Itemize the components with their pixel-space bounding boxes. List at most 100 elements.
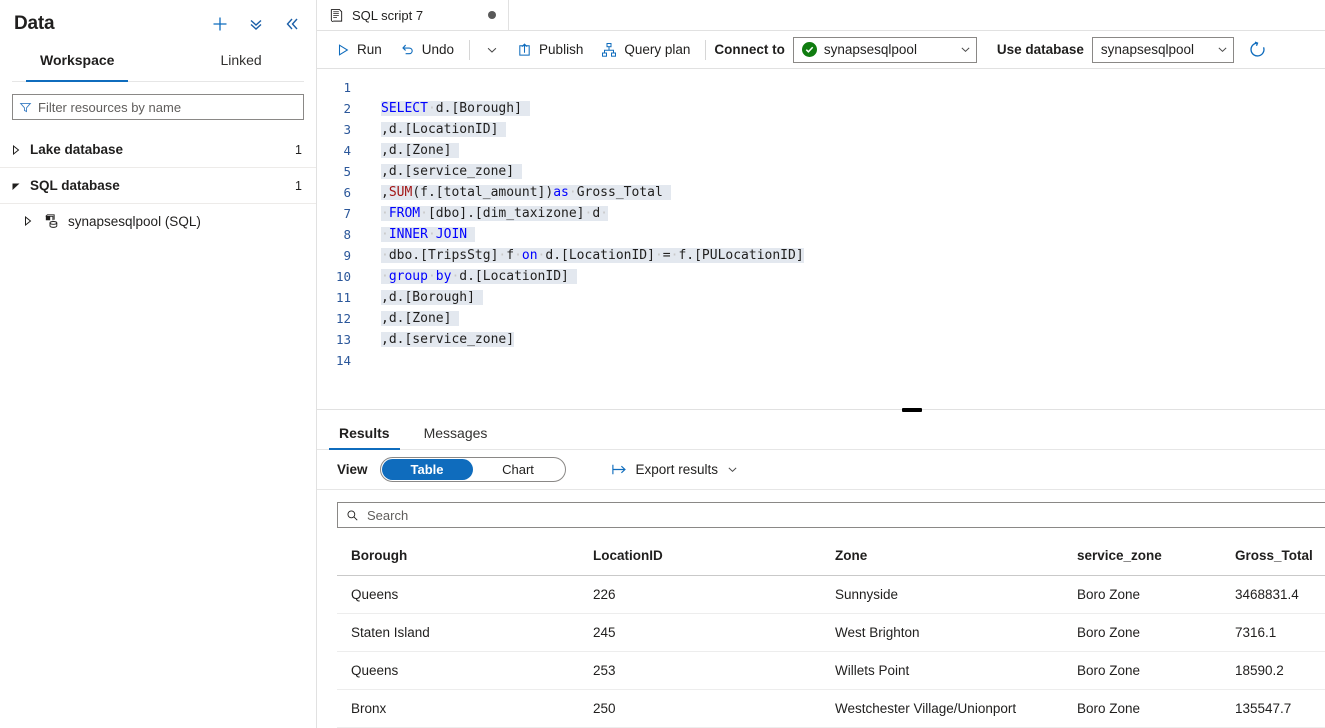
line-number: 11 <box>335 290 351 305</box>
code-line: 2 SELECT·d.[Borough] <box>317 98 1325 119</box>
table-cell: Queens <box>337 651 579 690</box>
line-number: 8 <box>343 227 351 242</box>
more-commands-button[interactable] <box>476 36 508 64</box>
table-cell: 245 <box>579 613 821 652</box>
table-row[interactable]: Bronx 250 Westchester Village/Unionport Bor… <box>337 689 1325 728</box>
publish-label: Publish <box>539 42 584 57</box>
table-row[interactable]: Staten Island 245 West Brighton Boro Zone 73… <box>337 613 1325 652</box>
table-cell: 135547.7 <box>1221 689 1325 728</box>
tab-workspace[interactable]: Workspace <box>26 48 129 82</box>
code-line-text: ,d.[Borough] <box>361 290 483 305</box>
code-line: 4 ,d.[Zone] <box>317 140 1325 161</box>
export-results-button[interactable]: Export results <box>611 462 740 477</box>
column-header-zone[interactable]: Zone <box>821 538 1063 576</box>
column-header-borough[interactable]: Borough <box>337 538 579 576</box>
undo-label: Undo <box>421 42 455 57</box>
table-cell: Bronx <box>337 689 579 728</box>
chevron-down-icon <box>959 43 972 56</box>
script-editor-panel: SQL script 7 Run Undo Publish Query plan… <box>317 0 1325 728</box>
tab-messages[interactable]: Messages <box>414 425 498 449</box>
use-database-dropdown[interactable]: synapsesqlpool <box>1091 36 1234 63</box>
sql-code-editor[interactable]: 1 2 SELECT·d.[Borough] 3 ,d.[LocationID] 4,… <box>317 69 1325 409</box>
code-line-text: ·INNER·JOIN <box>361 227 475 242</box>
line-number: 3 <box>343 122 351 137</box>
chevron-down-filled-icon[interactable] <box>8 178 24 194</box>
table-cell: Boro Zone <box>1063 651 1221 690</box>
line-number: 10 <box>335 269 351 284</box>
connect-to-value: synapsesqlpool <box>823 42 917 57</box>
line-number: 4 <box>343 143 351 158</box>
column-header-locationid[interactable]: LocationID <box>579 538 821 576</box>
tree-item-synapsesqlpool[interactable]: synapsesqlpool (SQL) <box>0 204 316 238</box>
column-header-service-zone[interactable]: service_zone <box>1063 538 1221 576</box>
code-line-text: ,d.[Zone] <box>361 143 460 158</box>
tree-item-sql-database[interactable]: SQL database 1 <box>0 168 316 204</box>
query-plan-button[interactable]: Query plan <box>592 36 699 64</box>
data-panel-actions <box>210 14 302 34</box>
view-option-table[interactable]: Table <box>381 459 473 480</box>
chevron-right-icon[interactable] <box>20 213 36 229</box>
data-panel-header: Data <box>0 0 316 42</box>
tab-linked[interactable]: Linked <box>206 48 275 81</box>
line-number: 9 <box>343 248 351 263</box>
table-cell: 18590.2 <box>1221 651 1325 690</box>
code-line-text: ,SUM(f.[total_amount])as·Gross_Total <box>361 185 671 200</box>
code-line-text: ,d.[service_zone] <box>381 332 515 347</box>
double-chevron-left-icon[interactable] <box>282 14 302 34</box>
table-cell: Boro Zone <box>1063 613 1221 652</box>
filter-icon <box>19 101 32 114</box>
editor-results-splitter[interactable] <box>317 408 1325 416</box>
unsaved-changes-indicator <box>488 11 496 19</box>
sql-script-icon <box>329 8 344 23</box>
tree-item-count: 1 <box>295 142 302 157</box>
tree-item-lake-database[interactable]: Lake database 1 <box>0 132 316 168</box>
results-search-box[interactable] <box>337 502 1325 528</box>
table-cell: 3468831.4 <box>1221 575 1325 614</box>
table-row[interactable]: Queens 253 Willets Point Boro Zone 18590.2 <box>337 651 1325 690</box>
connect-to-dropdown[interactable]: synapsesqlpool <box>792 36 977 63</box>
tree-item-label: synapsesqlpool (SQL) <box>68 213 201 229</box>
line-number: 12 <box>335 311 351 326</box>
column-header-gross-total[interactable]: Gross_Total <box>1221 538 1325 576</box>
data-explorer-panel: Data Workspace Linked Filter resources b… <box>0 0 317 728</box>
table-cell: 226 <box>579 575 821 614</box>
code-line-text: ·group·by·d.[LocationID] <box>361 269 577 284</box>
data-panel-tabs: Workspace Linked <box>12 48 304 82</box>
chevron-down-icon <box>485 43 499 57</box>
results-tabstrip: Results Messages <box>317 416 1325 450</box>
double-chevron-down-icon[interactable] <box>246 14 266 34</box>
export-results-label: Export results <box>635 462 719 477</box>
table-cell: Sunnyside <box>821 575 1063 614</box>
export-icon <box>611 462 628 477</box>
table-cell: 250 <box>579 689 821 728</box>
sql-pool-icon <box>42 212 60 230</box>
refresh-button[interactable] <box>1248 40 1267 59</box>
table-cell: Boro Zone <box>1063 575 1221 614</box>
run-button[interactable]: Run <box>327 36 391 64</box>
table-cell: 253 <box>579 651 821 690</box>
results-panel: Results Messages View Table Chart Export… <box>317 416 1325 728</box>
view-label: View <box>337 462 368 477</box>
document-tab-sql-script-7[interactable]: SQL script 7 <box>317 0 509 30</box>
run-label: Run <box>357 42 382 57</box>
line-number: 6 <box>343 185 351 200</box>
table-row[interactable]: Queens 226 Sunnyside Boro Zone 3468831.4 <box>337 575 1325 614</box>
publish-button[interactable]: Publish <box>508 36 592 64</box>
view-option-chart[interactable]: Chart <box>473 459 564 480</box>
toolbar-divider <box>469 39 471 60</box>
code-line: 11 ,d.[Borough] <box>317 287 1325 308</box>
chevron-right-icon[interactable] <box>8 142 24 158</box>
line-number: 1 <box>343 80 351 95</box>
splitter-grip[interactable] <box>902 408 922 412</box>
undo-button[interactable]: Undo <box>391 36 463 64</box>
filter-resources-box[interactable] <box>12 94 304 120</box>
query-plan-icon <box>601 42 617 58</box>
table-cell: Willets Point <box>821 651 1063 690</box>
line-number: 13 <box>335 332 351 347</box>
results-search-input[interactable] <box>367 507 1325 523</box>
view-toggle[interactable]: Table Chart <box>379 457 566 482</box>
document-tabstrip: SQL script 7 <box>317 0 1325 31</box>
filter-resources-input[interactable] <box>38 99 297 115</box>
tab-results[interactable]: Results <box>329 425 400 450</box>
plus-icon[interactable] <box>210 14 230 34</box>
